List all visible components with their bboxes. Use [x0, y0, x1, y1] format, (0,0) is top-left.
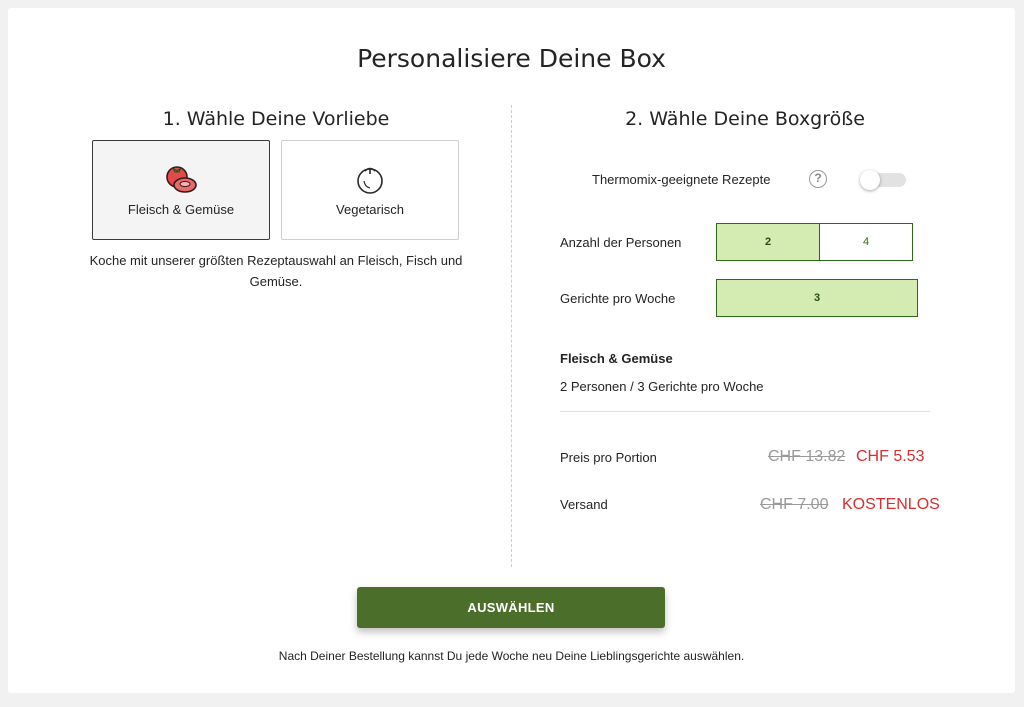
- persons-label: Anzahl der Personen: [560, 235, 682, 250]
- price-new: CHF 5.53: [856, 448, 925, 465]
- select-button[interactable]: AUSWÄHLEN: [357, 587, 665, 628]
- shipping-label: Versand: [560, 497, 608, 512]
- persons-option-2[interactable]: 2: [716, 223, 820, 261]
- preference-option-vegetarian[interactable]: Vegetarisch: [281, 140, 459, 240]
- price-old: CHF 13.82: [768, 448, 846, 465]
- summary-title: Fleisch & Gemüse: [560, 351, 673, 366]
- meals-label: Gerichte pro Woche: [560, 291, 676, 306]
- preference-description: Koche mit unserer größten Rezeptauswahl …: [89, 253, 463, 289]
- preference-option-meat-vegetable[interactable]: Fleisch & Gemüse: [92, 140, 270, 240]
- thermomix-toggle[interactable]: [860, 170, 908, 190]
- page-title: Personalisiere Deine Box: [357, 44, 666, 73]
- personalize-box-card: Personalisiere Deine Box 1. Wähle Deine …: [8, 8, 1015, 693]
- thermomix-label: Thermomix-geeignete Rezepte: [592, 172, 771, 187]
- summary-divider: [560, 411, 930, 412]
- meat-vegetable-icon: [166, 166, 197, 193]
- tomato-icon: [357, 167, 383, 194]
- box-size-heading: 2. Wähle Deine Boxgröße: [625, 108, 865, 130]
- help-icon[interactable]: ?: [809, 170, 827, 188]
- persons-option-4[interactable]: 4: [819, 223, 913, 261]
- preference-option-label: Fleisch & Gemüse: [127, 202, 235, 217]
- preference-option-label: Vegetarisch: [336, 202, 404, 217]
- shipping-new: KOSTENLOS: [842, 496, 940, 513]
- column-divider: [511, 105, 512, 567]
- price-per-portion-label: Preis pro Portion: [560, 450, 657, 465]
- summary-detail: 2 Personen / 3 Gerichte pro Woche: [560, 379, 764, 394]
- meals-option-3[interactable]: 3: [716, 279, 918, 317]
- shipping-old: CHF 7.00: [760, 496, 829, 513]
- preference-heading: 1. Wähle Deine Vorliebe: [162, 108, 390, 130]
- footnote: Nach Deiner Bestellung kannst Du jede Wo…: [278, 649, 745, 663]
- toggle-knob: [860, 170, 880, 190]
